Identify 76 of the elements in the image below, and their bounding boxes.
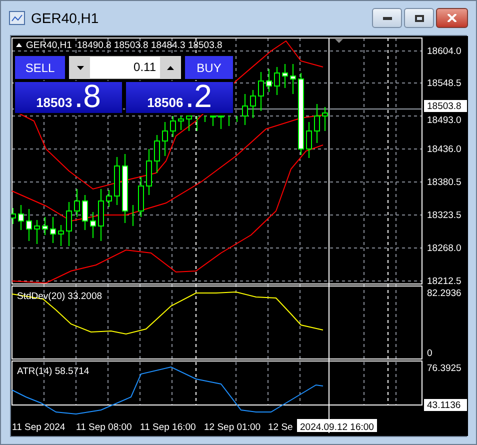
candlestick — [178, 116, 184, 130]
candlestick — [146, 148, 152, 196]
candlestick — [250, 90, 256, 118]
candlestick — [290, 64, 296, 94]
candlestick — [138, 176, 144, 218]
candlestick — [210, 116, 216, 126]
candlestick — [90, 212, 96, 238]
price-label: 18493.0 — [427, 115, 462, 126]
indicator-scale-label: 76.3925 — [427, 363, 462, 374]
candlestick — [282, 64, 288, 88]
price-label: 18380.5 — [427, 177, 462, 188]
window-title: GER40,H1 — [31, 8, 99, 28]
price-label: 18212.5 — [427, 276, 462, 287]
candlestick — [204, 116, 206, 122]
lot-size-spinner[interactable]: 0.11 — [68, 55, 182, 80]
candlestick — [218, 116, 224, 130]
candlestick — [242, 94, 248, 126]
price-label: 18604.0 — [427, 46, 462, 57]
candlestick — [114, 156, 120, 206]
candlestick — [82, 194, 88, 230]
buy-price-button[interactable]: 18506.2 — [125, 81, 234, 114]
candlestick — [314, 104, 320, 144]
price-label: 18548.5 — [427, 78, 462, 89]
collapse-arrow-icon — [16, 43, 22, 47]
candlestick — [306, 122, 312, 158]
current-price-tag: 18503.8 — [424, 100, 467, 112]
chart-window-icon — [9, 11, 25, 25]
time-label: 11 Sep 16:00 — [140, 422, 196, 433]
candlestick — [26, 208, 32, 242]
time-label: 11 Sep 2024 — [12, 422, 66, 433]
candlestick — [132, 204, 134, 226]
sell-price-button[interactable]: 18503.8 — [14, 81, 123, 114]
price-label: 18436.0 — [427, 144, 462, 155]
indicator-label: ATR(14) 58.5714 — [17, 366, 90, 377]
candlestick — [274, 66, 280, 96]
chart-symbol: GER40,H1 — [26, 40, 72, 51]
candlestick — [266, 68, 272, 92]
decrease-arrow-icon — [76, 66, 84, 70]
candlestick — [50, 216, 56, 244]
candlestick — [196, 116, 198, 132]
increase-arrow-icon — [166, 66, 174, 70]
candlestick — [228, 116, 230, 126]
cursor-time-tag: 2024.09.12 16:00 — [297, 419, 377, 433]
candlestick — [34, 220, 40, 244]
candlestick — [66, 202, 72, 246]
price-label: 18323.5 — [427, 210, 462, 221]
candlestick — [186, 116, 192, 132]
close-button[interactable] — [436, 8, 468, 28]
time-label: 12 Se — [268, 422, 293, 433]
lot-size-value: 0.11 — [90, 57, 160, 78]
candlestick — [322, 106, 328, 132]
shift-marker-icon — [335, 39, 343, 43]
chart-ohlc: 18490.8 18503.8 18484.3 18503.8 — [77, 40, 222, 51]
candlestick — [58, 224, 64, 246]
maximize-button[interactable] — [404, 8, 434, 28]
candlestick — [122, 154, 128, 224]
minimize-button[interactable] — [372, 8, 402, 28]
candlestick — [162, 122, 168, 156]
candlestick — [74, 188, 80, 218]
candlestick — [154, 134, 160, 174]
indicator-scale-label: 82.2936 — [427, 288, 462, 299]
candlestick — [98, 188, 104, 242]
time-label: 12 Sep 01:00 — [204, 422, 261, 433]
sell-button[interactable]: SELL — [14, 55, 66, 80]
close-icon — [447, 14, 457, 22]
candlestick — [236, 116, 238, 122]
candlestick — [18, 204, 24, 230]
candlestick — [258, 72, 264, 112]
candlestick — [42, 216, 48, 236]
price-label: 18268.0 — [427, 243, 462, 254]
indicator-scale-label: 0 — [427, 348, 432, 359]
candlestick — [170, 116, 176, 138]
buy-button[interactable]: BUY — [184, 55, 234, 80]
candlestick — [106, 190, 112, 208]
indicator-value-tag: 43.1136 — [424, 399, 467, 411]
time-label: 11 Sep 08:00 — [76, 422, 132, 433]
